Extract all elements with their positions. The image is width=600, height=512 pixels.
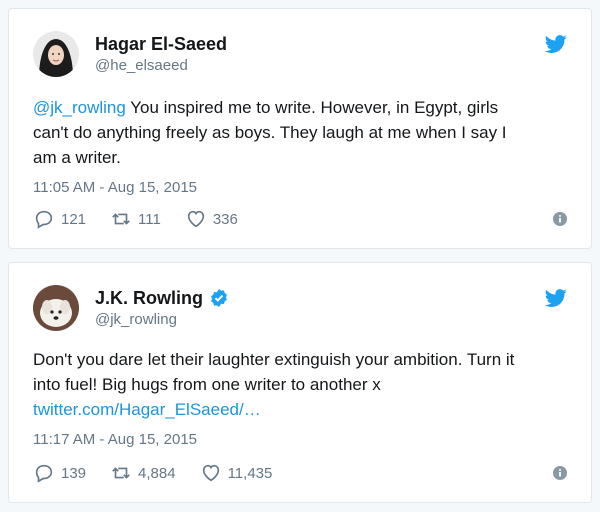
heart-icon — [187, 210, 205, 228]
display-name-text[interactable]: J.K. Rowling — [95, 287, 203, 309]
reply-icon — [35, 464, 53, 483]
tweet-text-line: am a writer. — [33, 148, 121, 167]
display-name[interactable]: Hagar El-Saeed — [95, 33, 227, 55]
avatar[interactable] — [33, 31, 79, 77]
info-icon[interactable] — [553, 466, 567, 480]
reply-button[interactable]: 121 — [33, 208, 86, 230]
retweet-button[interactable]: 4,884 — [110, 462, 176, 484]
tweet-text-line: into fuel! Big hugs from one writer to a… — [33, 375, 381, 394]
display-name[interactable]: J.K. Rowling — [95, 287, 229, 309]
like-count: 336 — [212, 210, 238, 228]
mention-link[interactable]: @jk_rowling — [33, 98, 126, 117]
timestamp[interactable]: 11:05 AM - Aug 15, 2015 — [33, 179, 197, 196]
tweet-text-line: Don't you dare let their laughter exting… — [33, 350, 515, 369]
tweet-text-line: You inspired me to write. However, in Eg… — [125, 98, 499, 117]
retweet-icon — [112, 213, 130, 225]
avatar[interactable] — [33, 285, 79, 331]
like-count: 11,435 — [227, 464, 273, 482]
twitter-bird-icon[interactable] — [545, 287, 567, 309]
retweet-count: 111 — [138, 210, 161, 228]
tweet-actions: 121 111 336 — [33, 207, 567, 231]
tweet-text: Don't you dare let their laughter exting… — [33, 347, 573, 422]
reply-button[interactable]: 139 — [33, 462, 86, 484]
like-button[interactable]: 11,435 — [200, 462, 273, 484]
retweet-icon — [112, 467, 130, 479]
tweet-text-line: can't do anything freely as boys. They l… — [33, 123, 507, 142]
reply-count: 139 — [61, 464, 87, 482]
timestamp[interactable]: 11:17 AM - Aug 15, 2015 — [33, 431, 197, 448]
info-icon[interactable] — [553, 212, 567, 226]
tweet-card[interactable]: Hagar El-Saeed @he_elsaeed @jk_rowling Y… — [8, 8, 592, 249]
reply-count: 121 — [61, 210, 87, 228]
verified-badge-icon — [211, 289, 227, 307]
display-name-text[interactable]: Hagar El-Saeed — [95, 33, 227, 55]
heart-icon — [202, 464, 219, 482]
tweet-actions: 139 4,884 11,435 — [33, 461, 567, 485]
retweet-count: 4,884 — [138, 464, 176, 482]
retweet-button[interactable]: 111 — [110, 208, 161, 230]
handle[interactable]: @jk_rowling — [95, 310, 177, 330]
tweet-text: @jk_rowling You inspired me to write. Ho… — [33, 95, 573, 170]
reply-icon — [35, 210, 53, 229]
tweet-card[interactable]: J.K. Rowling @jk_rowling Don't you dare … — [8, 262, 592, 503]
twitter-bird-icon[interactable] — [545, 33, 567, 55]
like-button[interactable]: 336 — [185, 208, 238, 230]
handle[interactable]: @he_elsaeed — [95, 56, 188, 76]
tweet-link[interactable]: twitter.com/Hagar_ElSaeed/… — [33, 400, 261, 419]
